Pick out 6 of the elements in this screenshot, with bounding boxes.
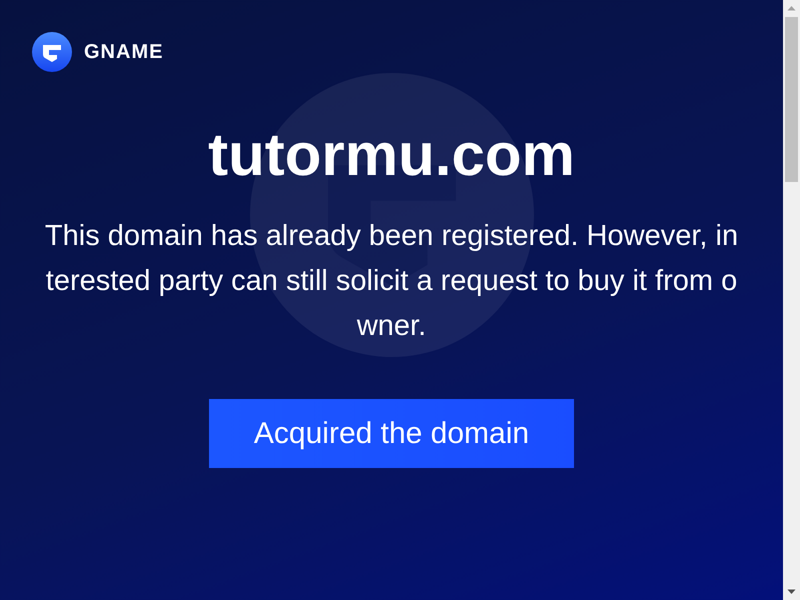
domain-title: tutormu.com <box>208 120 575 190</box>
acquire-button[interactable]: Acquired the domain <box>209 399 574 468</box>
brand-name: GNAME <box>84 40 164 64</box>
logo-icon[interactable] <box>32 32 72 72</box>
message-text: This domain has already been registered. However, interested party can still solicit a request to buy it from owner. <box>44 219 740 344</box>
scrollbar-thumb[interactable] <box>785 17 798 182</box>
